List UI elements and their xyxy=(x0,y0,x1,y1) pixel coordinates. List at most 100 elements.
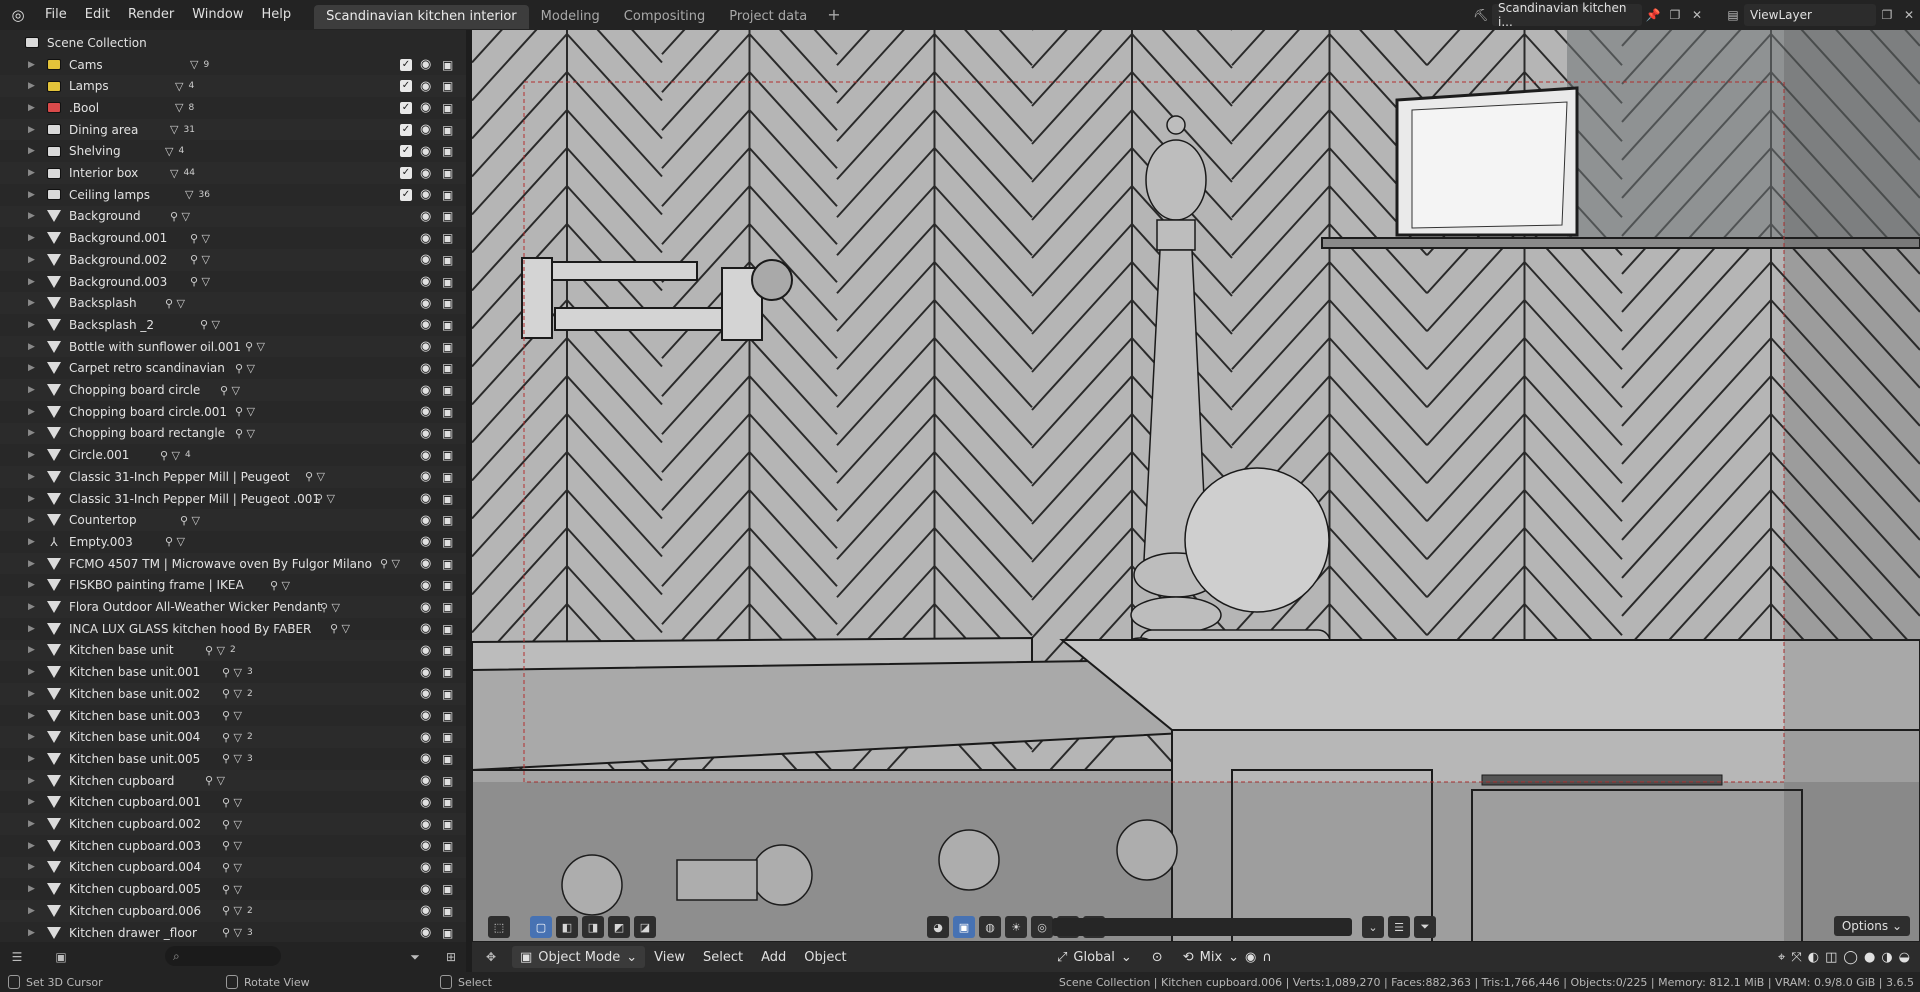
select-extend-icon[interactable]: ◧ xyxy=(556,916,578,938)
render-camera-icon[interactable]: ▣ xyxy=(442,296,453,310)
render-camera-icon[interactable]: ▣ xyxy=(442,383,453,397)
eye-icon[interactable]: ◉ xyxy=(420,643,431,658)
outliner-row[interactable]: ▶ Background.001 ⚲ ▽ ◉ ▣ xyxy=(0,227,466,249)
eye-icon[interactable]: ◉ xyxy=(420,383,431,398)
eye-icon[interactable]: ◉ xyxy=(420,621,431,636)
outliner-item-children[interactable]: ⚲ ▽ xyxy=(222,796,242,809)
outliner-item-children[interactable]: ⚲ ▽ xyxy=(222,839,242,852)
viewport-search-input[interactable] xyxy=(1052,918,1352,936)
outliner-item-children[interactable]: ⚲ ▽ xyxy=(222,883,242,896)
expand-arrow-icon[interactable]: ▶ xyxy=(28,732,35,742)
eye-icon[interactable]: ◉ xyxy=(420,296,431,311)
eye-icon[interactable]: ◉ xyxy=(420,317,431,332)
tweak-tool-icon[interactable]: ⬚ xyxy=(488,916,510,938)
outliner-row[interactable]: ▶ Ceiling lamps ▽ 36 ✓ ◉ ▣ xyxy=(0,184,466,206)
eye-icon[interactable]: ◉ xyxy=(420,556,431,571)
outliner-row[interactable]: ▶ Background.002 ⚲ ▽ ◉ ▣ xyxy=(0,249,466,271)
eye-icon[interactable]: ◉ xyxy=(420,817,431,832)
eye-icon[interactable]: ◉ xyxy=(420,903,431,918)
eye-icon[interactable]: ◉ xyxy=(420,513,431,528)
outliner-row[interactable]: ▶ Dining area ▽ 31 ✓ ◉ ▣ xyxy=(0,118,466,141)
outliner-item-children[interactable]: ⚲ ▽ xyxy=(222,709,242,722)
exclude-checkbox[interactable]: ✓ xyxy=(400,80,412,93)
eye-icon[interactable]: ◉ xyxy=(420,925,431,940)
render-camera-icon[interactable]: ▣ xyxy=(442,600,453,614)
render-camera-icon[interactable]: ▣ xyxy=(442,470,453,484)
falloff-icon[interactable]: ∩ xyxy=(1262,950,1272,965)
render-camera-icon[interactable]: ▣ xyxy=(442,774,453,788)
render-camera-icon[interactable]: ▣ xyxy=(442,578,453,592)
outliner-item-children[interactable]: ⚲ ▽ 4 xyxy=(160,449,191,462)
view-layer-selector[interactable]: ViewLayer xyxy=(1744,4,1876,26)
camera-filter-icon[interactable]: ◎ xyxy=(1031,916,1053,938)
outliner-row[interactable]: ▶ Backsplash _2 ⚲ ▽ ◉ ▣ xyxy=(0,314,466,336)
render-camera-icon[interactable]: ▣ xyxy=(442,557,453,571)
render-camera-icon[interactable]: ▣ xyxy=(442,622,453,636)
expand-arrow-icon[interactable]: ▶ xyxy=(28,797,35,807)
eye-icon[interactable]: ◉ xyxy=(420,491,431,506)
outliner-item-children[interactable]: ⚲ ▽ xyxy=(180,514,200,527)
scene-collection-row[interactable]: Scene Collection xyxy=(0,32,466,54)
outliner-row[interactable]: ▶ Chopping board circle.001 ⚲ ▽ ◉ ▣ xyxy=(0,401,466,423)
expand-arrow-icon[interactable]: ▶ xyxy=(28,168,35,178)
render-camera-icon[interactable]: ▣ xyxy=(442,405,453,419)
eye-icon[interactable]: ◉ xyxy=(420,166,431,181)
expand-arrow-icon[interactable]: ▶ xyxy=(28,125,35,135)
outliner-item-children[interactable]: ⚲ ▽ 3 xyxy=(222,666,253,679)
outliner-row[interactable]: ▶ Classic 31-Inch Pepper Mill | Peugeot ⚲ … xyxy=(0,466,466,488)
exclude-checkbox[interactable]: ✓ xyxy=(400,188,412,201)
outliner-item-children[interactable]: ⚲ ▽ xyxy=(222,861,242,874)
outliner-item-children[interactable]: ⚲ ▽ xyxy=(190,253,210,266)
outliner-item-children[interactable]: ⚲ ▽ xyxy=(235,427,255,440)
menu-render[interactable]: Render xyxy=(119,0,183,30)
expand-arrow-icon[interactable]: ▶ xyxy=(28,841,35,851)
expand-arrow-icon[interactable]: ▶ xyxy=(28,190,35,200)
expand-arrow-icon[interactable]: ▶ xyxy=(28,602,35,612)
eye-icon[interactable]: ◉ xyxy=(420,361,431,376)
snap-icon[interactable]: ⟲ xyxy=(1183,950,1194,965)
outliner-item-children[interactable]: ⚲ ▽ 2 xyxy=(222,904,253,917)
outliner-row[interactable]: ▶ Cams ▽ 9 ✓ ◉ ▣ xyxy=(0,54,466,76)
expand-arrow-icon[interactable]: ▶ xyxy=(28,211,35,221)
outliner-item-children[interactable]: ⚲ ▽ xyxy=(220,384,240,397)
outliner-row[interactable]: ▶ Countertop ⚲ ▽ ◉ ▣ xyxy=(0,509,466,532)
orientation-selector[interactable]: Global xyxy=(1073,950,1114,965)
outliner-item-children[interactable]: ⚲ ▽ xyxy=(235,405,255,418)
outliner-item-children[interactable]: ▽ 36 xyxy=(185,188,210,201)
render-camera-icon[interactable]: ▣ xyxy=(442,188,453,202)
outliner-item-children[interactable]: ▽ 31 xyxy=(170,123,195,136)
expand-arrow-icon[interactable]: ▶ xyxy=(28,754,35,764)
menu-object[interactable]: Object xyxy=(795,950,855,965)
render-camera-icon[interactable]: ▣ xyxy=(442,752,453,766)
render-camera-icon[interactable]: ▣ xyxy=(442,79,453,93)
expand-arrow-icon[interactable]: ▶ xyxy=(28,103,35,113)
outliner-row[interactable]: ▶ FCMO 4507 TM | Microwave oven By Fulgor… xyxy=(0,552,466,575)
eye-icon[interactable]: ◉ xyxy=(420,469,431,484)
eye-icon[interactable]: ◉ xyxy=(420,838,431,853)
expand-arrow-icon[interactable]: ▶ xyxy=(28,515,35,525)
outliner-item-children[interactable]: ⚲ ▽ 3 xyxy=(222,752,253,765)
expand-arrow-icon[interactable]: ▶ xyxy=(28,60,35,70)
scene-selector[interactable]: Scandinavian kitchen i... xyxy=(1492,1,1642,29)
eye-icon[interactable]: ◉ xyxy=(420,144,431,159)
outliner-item-children[interactable]: ⚲ ▽ 3 xyxy=(222,926,253,939)
material-shading-icon[interactable]: ◑ xyxy=(1881,950,1892,965)
render-camera-icon[interactable]: ▣ xyxy=(442,817,453,831)
outliner-item-children[interactable]: ⚲ ▽ xyxy=(320,601,340,614)
expand-arrow-icon[interactable]: ▶ xyxy=(28,645,35,655)
eye-icon[interactable]: ◉ xyxy=(420,231,431,246)
eye-icon[interactable]: ◉ xyxy=(420,534,431,549)
menu-add[interactable]: Add xyxy=(752,950,795,965)
outliner-row[interactable]: ▶ Bottle with sunflower oil.001 ⚲ ▽ ◉ ▣ xyxy=(0,335,466,358)
outliner-row[interactable]: ▶ INCA LUX GLASS kitchen hood By FABER ⚲ ▽… xyxy=(0,618,466,640)
options-button[interactable]: Options ⌄ xyxy=(1833,916,1910,936)
new-view-layer-icon[interactable]: ❐ xyxy=(1876,4,1898,26)
eye-icon[interactable]: ◉ xyxy=(420,274,431,289)
expand-arrow-icon[interactable]: ▶ xyxy=(28,450,35,460)
outliner-row[interactable]: ▶ Interior box ▽ 44 ✓ ◉ ▣ xyxy=(0,162,466,184)
render-camera-icon[interactable]: ▣ xyxy=(442,926,453,940)
exclude-checkbox[interactable]: ✓ xyxy=(400,167,412,180)
expand-arrow-icon[interactable]: ▶ xyxy=(28,711,35,721)
eye-icon[interactable]: ◉ xyxy=(420,79,431,94)
close-scene-icon[interactable]: ✕ xyxy=(1686,4,1708,26)
